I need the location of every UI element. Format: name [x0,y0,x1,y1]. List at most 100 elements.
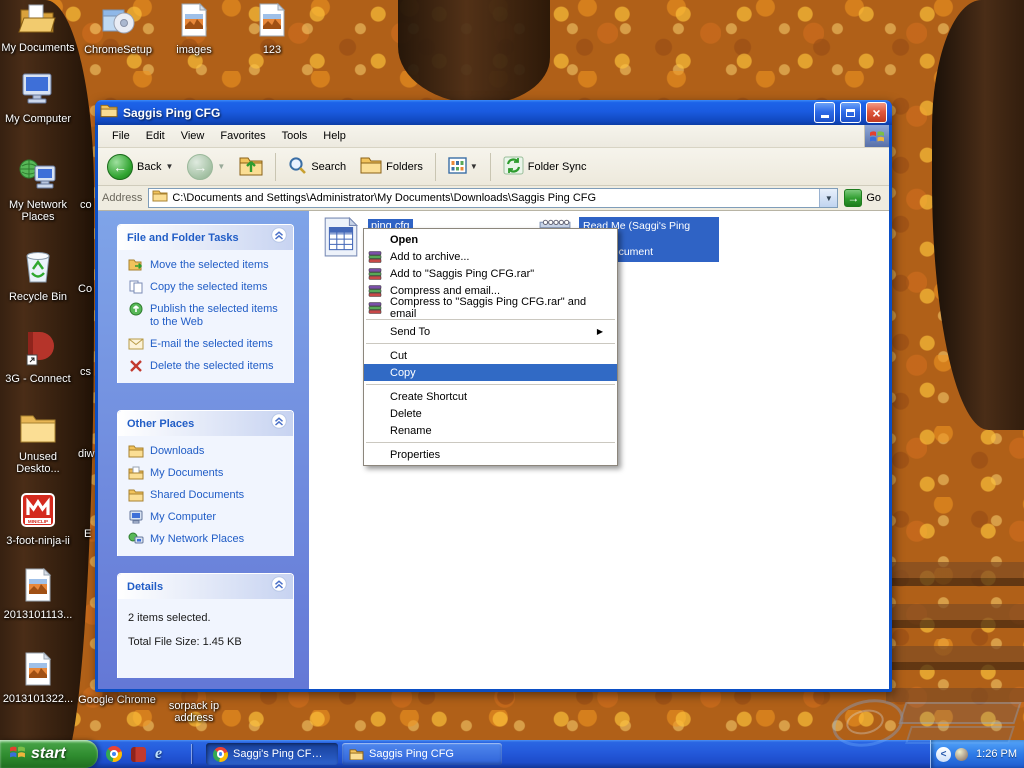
taskbar: start e Saggi's Ping CFG - Go... Saggis … [0,740,1024,768]
folder-icon [349,748,364,760]
desktop-icon-my-network-places[interactable]: My Network Places [0,158,76,223]
menu-tools[interactable]: Tools [274,127,316,145]
windows-flag-icon [9,744,26,764]
miniclip-icon: MINICLIP [20,492,56,533]
menu-file[interactable]: File [104,127,138,145]
close-button[interactable]: × [866,102,887,123]
delete-icon [128,359,144,373]
minimize-button[interactable] [814,102,835,123]
desktop-icon-chromesetup[interactable]: ChromeSetup [80,3,156,56]
place-downloads[interactable]: Downloads [128,445,289,458]
context-menu: Open Add to archive... Add to "Saggis Pi… [363,228,618,466]
views-button[interactable]: ▼ [443,155,483,179]
recycle-bin-icon [21,248,55,289]
taskbar-task-chrome[interactable]: Saggi's Ping CFG - Go... [206,743,338,765]
forward-button[interactable]: → ▼ [182,152,230,182]
panel-header[interactable]: Other Places [118,411,293,436]
desktop-icon-label: Recycle Bin [9,291,67,303]
go-button[interactable]: → Go [844,189,885,207]
partial-icon-label: Co [78,283,92,295]
address-folder-icon [152,189,168,207]
window-folder-icon [100,103,118,123]
views-icon [448,157,467,177]
back-dropdown-icon[interactable]: ▼ [165,162,173,171]
task-delete-selected[interactable]: Delete the selected items [128,360,289,373]
desktop-icon-label: My Network Places [0,199,76,223]
context-menu-open[interactable]: Open [364,231,617,248]
address-dropdown-icon[interactable]: ▼ [819,189,837,207]
desktop-icon-3-foot-ninja-ii[interactable]: MINICLIP 3-foot-ninja-ii [0,492,76,547]
menu-view[interactable]: View [173,127,213,145]
panel-header[interactable]: File and Folder Tasks [118,225,293,250]
context-menu-copy[interactable]: Copy [364,364,617,381]
place-my-documents[interactable]: My Documents [128,467,289,480]
my-documents-icon [18,3,58,40]
place-my-network-places[interactable]: My Network Places [128,533,289,546]
menu-edit[interactable]: Edit [138,127,173,145]
go-arrow-icon: → [844,189,862,207]
panel-other-places: Other Places Downloads My Documents [117,410,294,556]
context-menu-compress-named-email[interactable]: Compress to "Saggis Ping CFG.rar" and em… [364,299,617,316]
desktop-icon-my-documents[interactable]: My Documents [0,3,76,54]
chevron-up-icon[interactable] [271,576,287,597]
views-dropdown-icon[interactable]: ▼ [470,162,478,171]
toolbar-separator [275,153,276,181]
context-menu-delete[interactable]: Delete [364,405,617,422]
maximize-button[interactable] [840,102,861,123]
svg-text:MINICLIP: MINICLIP [28,519,48,524]
desktop-icon-2013101322[interactable]: 2013101322... [0,652,76,705]
desktop-icon-123[interactable]: 123 [234,3,310,56]
installer-box-icon [100,3,136,42]
desktop-icon-sorpack-label[interactable]: sorpack ip address [162,700,226,724]
desktop-icon-recycle-bin[interactable]: Recycle Bin [0,248,76,303]
desktop-icon-2013101113[interactable]: 2013101113... [0,568,76,621]
taskbar-task-explorer[interactable]: Saggis Ping CFG [342,743,502,765]
my-computer-icon [128,510,144,524]
chevron-up-icon[interactable] [271,413,287,434]
folder-sync-button[interactable]: Folder Sync [498,154,592,180]
window-titlebar[interactable]: Saggis Ping CFG × [95,100,892,125]
desktop-icon-images[interactable]: images [156,3,232,56]
context-menu-separator [366,343,615,344]
image-file-icon [180,3,208,42]
context-menu-create-shortcut[interactable]: Create Shortcut [364,388,617,405]
menu-help[interactable]: Help [315,127,354,145]
task-email-selected[interactable]: E-mail the selected items [128,338,289,351]
submenu-arrow-icon: ▶ [597,327,603,336]
task-copy-selected[interactable]: Copy the selected items [128,281,289,294]
place-shared-documents[interactable]: Shared Documents [128,489,289,502]
hide-icons-chevron[interactable]: < [936,747,951,762]
taskbar-separator [191,744,192,764]
desktop-icon-label: 2013101322... [3,693,73,705]
partial-icon-label: E [84,528,91,540]
context-menu-add-to-archive[interactable]: Add to archive... [364,248,617,265]
internet-explorer-icon[interactable]: e [155,746,171,762]
place-my-computer[interactable]: My Computer [128,511,289,524]
start-button[interactable]: start [0,740,98,768]
context-menu-add-to-named[interactable]: Add to "Saggis Ping CFG.rar" [364,265,617,282]
desktop-icon-label: My Documents [1,42,74,54]
chrome-icon[interactable] [106,746,122,762]
context-menu-rename[interactable]: Rename [364,422,617,439]
desktop-icon-3g-connect[interactable]: 3G - Connect [0,330,76,385]
3g-connect-icon[interactable] [131,747,146,762]
context-menu-properties[interactable]: Properties [364,446,617,463]
up-button[interactable] [234,152,268,181]
menu-favorites[interactable]: Favorites [212,127,273,145]
desktop-icon-google-chrome-label[interactable]: Google Chrome [72,694,162,706]
task-move-selected[interactable]: Move the selected items [128,259,289,272]
folders-button[interactable]: Folders [355,154,428,179]
network-icon [128,532,144,546]
context-menu-send-to[interactable]: Send To▶ [364,323,617,340]
panel-header[interactable]: Details [118,574,293,599]
folder-icon [128,444,144,458]
desktop-icon-my-computer[interactable]: My Computer [0,72,76,125]
context-menu-cut[interactable]: Cut [364,347,617,364]
search-button[interactable]: Search [283,154,351,180]
chevron-up-icon[interactable] [271,227,287,248]
address-input[interactable]: C:\Documents and Settings\Administrator\… [148,188,838,208]
task-publish-selected[interactable]: Publish the selected items to the Web [128,303,289,329]
back-button[interactable]: ← Back ▼ [102,152,178,182]
tray-icon[interactable] [955,748,968,761]
desktop-icon-unused-desktop[interactable]: Unused Deskto... [0,412,76,475]
